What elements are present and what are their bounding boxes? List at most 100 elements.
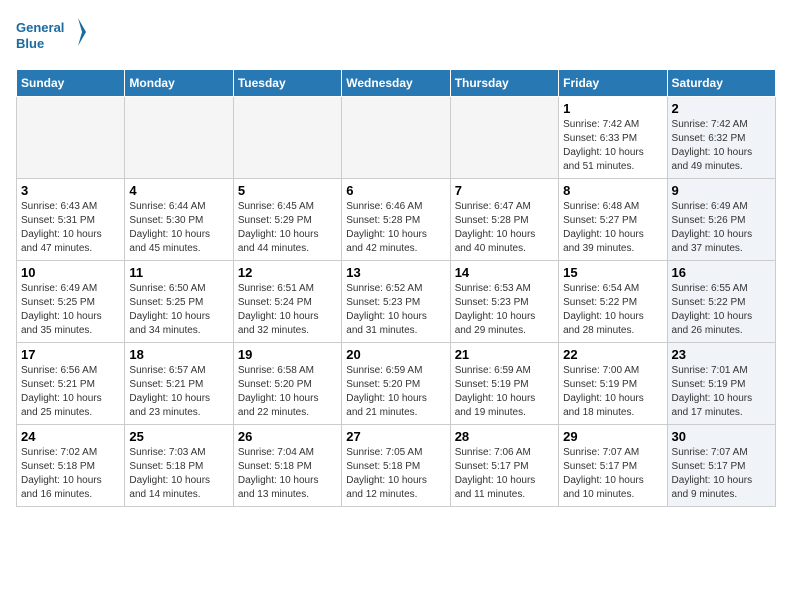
calendar-cell <box>342 97 450 179</box>
calendar-cell: 27 Sunrise: 7:05 AM Sunset: 5:18 PM Dayli… <box>342 425 450 507</box>
calendar-body: 1 Sunrise: 7:42 AM Sunset: 6:33 PM Daylig… <box>17 97 776 507</box>
day-info: Sunrise: 7:42 AM Sunset: 6:33 PM Dayligh… <box>563 118 662 174</box>
day-info: Sunrise: 6:47 AM Sunset: 5:28 PM Dayligh… <box>455 200 554 256</box>
day-info: Sunrise: 6:59 AM Sunset: 5:19 PM Dayligh… <box>455 364 554 420</box>
calendar-cell: 11 Sunrise: 6:50 AM Sunset: 5:25 PM Dayli… <box>125 261 233 343</box>
day-number: 30 <box>672 429 771 444</box>
day-info: Sunrise: 6:53 AM Sunset: 5:23 PM Dayligh… <box>455 282 554 338</box>
day-info: Sunrise: 6:44 AM Sunset: 5:30 PM Dayligh… <box>129 200 228 256</box>
day-number: 1 <box>563 101 662 116</box>
week-row-2: 10Sunrise: 6:49 AM Sunset: 5:25 PM Dayli… <box>17 261 776 343</box>
day-info: Sunrise: 7:07 AM Sunset: 5:17 PM Dayligh… <box>563 446 662 502</box>
calendar-cell: 2Sunrise: 7:42 AM Sunset: 6:32 PM Daylig… <box>667 97 775 179</box>
calendar-cell: 26 Sunrise: 7:04 AM Sunset: 5:18 PM Dayli… <box>233 425 341 507</box>
day-number: 22 <box>563 347 662 362</box>
day-number: 16 <box>672 265 771 280</box>
day-number: 27 <box>346 429 445 444</box>
svg-text:Blue: Blue <box>16 36 44 51</box>
day-number: 11 <box>129 265 228 280</box>
calendar-cell: 13 Sunrise: 6:52 AM Sunset: 5:23 PM Dayli… <box>342 261 450 343</box>
calendar-cell <box>125 97 233 179</box>
day-info: Sunrise: 6:55 AM Sunset: 5:22 PM Dayligh… <box>672 282 771 338</box>
day-number: 9 <box>672 183 771 198</box>
day-info: Sunrise: 6:51 AM Sunset: 5:24 PM Dayligh… <box>238 282 337 338</box>
calendar-cell: 15Sunrise: 6:54 AM Sunset: 5:22 PM Dayli… <box>559 261 667 343</box>
weekday-header-sunday: Sunday <box>17 70 125 97</box>
day-info: Sunrise: 7:05 AM Sunset: 5:18 PM Dayligh… <box>346 446 445 502</box>
day-number: 25 <box>129 429 228 444</box>
day-number: 21 <box>455 347 554 362</box>
calendar-cell: 22 Sunrise: 7:00 AM Sunset: 5:19 PM Dayli… <box>559 343 667 425</box>
day-number: 12 <box>238 265 337 280</box>
calendar-cell <box>233 97 341 179</box>
day-info: Sunrise: 6:50 AM Sunset: 5:25 PM Dayligh… <box>129 282 228 338</box>
day-number: 24 <box>21 429 120 444</box>
calendar-cell <box>17 97 125 179</box>
calendar-cell: 9 Sunrise: 6:49 AM Sunset: 5:26 PM Daylig… <box>667 179 775 261</box>
day-number: 14 <box>455 265 554 280</box>
calendar-cell: 21 Sunrise: 6:59 AM Sunset: 5:19 PM Dayli… <box>450 343 558 425</box>
day-number: 19 <box>238 347 337 362</box>
week-row-0: 1 Sunrise: 7:42 AM Sunset: 6:33 PM Daylig… <box>17 97 776 179</box>
day-number: 28 <box>455 429 554 444</box>
weekday-header-monday: Monday <box>125 70 233 97</box>
weekday-header-saturday: Saturday <box>667 70 775 97</box>
day-info: Sunrise: 6:45 AM Sunset: 5:29 PM Dayligh… <box>238 200 337 256</box>
day-number: 18 <box>129 347 228 362</box>
calendar-cell: 16 Sunrise: 6:55 AM Sunset: 5:22 PM Dayli… <box>667 261 775 343</box>
day-info: Sunrise: 6:46 AM Sunset: 5:28 PM Dayligh… <box>346 200 445 256</box>
calendar-cell: 18 Sunrise: 6:57 AM Sunset: 5:21 PM Dayli… <box>125 343 233 425</box>
calendar-cell: 6 Sunrise: 6:46 AM Sunset: 5:28 PM Daylig… <box>342 179 450 261</box>
day-info: Sunrise: 7:06 AM Sunset: 5:17 PM Dayligh… <box>455 446 554 502</box>
calendar-cell: 7 Sunrise: 6:47 AM Sunset: 5:28 PM Daylig… <box>450 179 558 261</box>
day-number: 5 <box>238 183 337 198</box>
day-number: 7 <box>455 183 554 198</box>
calendar-cell <box>450 97 558 179</box>
day-number: 15 <box>563 265 662 280</box>
calendar-cell: 17Sunrise: 6:56 AM Sunset: 5:21 PM Dayli… <box>17 343 125 425</box>
day-info: Sunrise: 6:52 AM Sunset: 5:23 PM Dayligh… <box>346 282 445 338</box>
logo: General Blue <box>16 16 86 61</box>
weekday-header-friday: Friday <box>559 70 667 97</box>
day-info: Sunrise: 6:59 AM Sunset: 5:20 PM Dayligh… <box>346 364 445 420</box>
day-number: 17 <box>21 347 120 362</box>
day-number: 4 <box>129 183 228 198</box>
calendar-cell: 20Sunrise: 6:59 AM Sunset: 5:20 PM Dayli… <box>342 343 450 425</box>
day-info: Sunrise: 6:58 AM Sunset: 5:20 PM Dayligh… <box>238 364 337 420</box>
day-number: 13 <box>346 265 445 280</box>
day-info: Sunrise: 7:00 AM Sunset: 5:19 PM Dayligh… <box>563 364 662 420</box>
day-info: Sunrise: 6:48 AM Sunset: 5:27 PM Dayligh… <box>563 200 662 256</box>
day-number: 6 <box>346 183 445 198</box>
calendar-cell: 1 Sunrise: 7:42 AM Sunset: 6:33 PM Daylig… <box>559 97 667 179</box>
day-number: 8 <box>563 183 662 198</box>
weekday-header-tuesday: Tuesday <box>233 70 341 97</box>
calendar-cell: 3 Sunrise: 6:43 AM Sunset: 5:31 PM Daylig… <box>17 179 125 261</box>
calendar-cell: 12 Sunrise: 6:51 AM Sunset: 5:24 PM Dayli… <box>233 261 341 343</box>
logo-svg: General Blue <box>16 16 86 61</box>
weekday-header-wednesday: Wednesday <box>342 70 450 97</box>
week-row-3: 17Sunrise: 6:56 AM Sunset: 5:21 PM Dayli… <box>17 343 776 425</box>
day-number: 3 <box>21 183 120 198</box>
calendar-cell: 14 Sunrise: 6:53 AM Sunset: 5:23 PM Dayli… <box>450 261 558 343</box>
calendar-cell: 19 Sunrise: 6:58 AM Sunset: 5:20 PM Dayli… <box>233 343 341 425</box>
day-info: Sunrise: 6:49 AM Sunset: 5:26 PM Dayligh… <box>672 200 771 256</box>
day-info: Sunrise: 7:02 AM Sunset: 5:18 PM Dayligh… <box>21 446 120 502</box>
week-row-1: 3 Sunrise: 6:43 AM Sunset: 5:31 PM Daylig… <box>17 179 776 261</box>
calendar-cell: 24 Sunrise: 7:02 AM Sunset: 5:18 PM Dayli… <box>17 425 125 507</box>
day-info: Sunrise: 7:07 AM Sunset: 5:17 PM Dayligh… <box>672 446 771 502</box>
day-info: Sunrise: 6:57 AM Sunset: 5:21 PM Dayligh… <box>129 364 228 420</box>
calendar-cell: 23Sunrise: 7:01 AM Sunset: 5:19 PM Dayli… <box>667 343 775 425</box>
weekday-header-thursday: Thursday <box>450 70 558 97</box>
weekday-header-row: SundayMondayTuesdayWednesdayThursdayFrid… <box>17 70 776 97</box>
day-info: Sunrise: 7:42 AM Sunset: 6:32 PM Dayligh… <box>672 118 771 174</box>
day-info: Sunrise: 6:43 AM Sunset: 5:31 PM Dayligh… <box>21 200 120 256</box>
day-number: 29 <box>563 429 662 444</box>
svg-text:General: General <box>16 20 64 35</box>
day-info: Sunrise: 7:01 AM Sunset: 5:19 PM Dayligh… <box>672 364 771 420</box>
day-info: Sunrise: 7:04 AM Sunset: 5:18 PM Dayligh… <box>238 446 337 502</box>
day-number: 10 <box>21 265 120 280</box>
calendar-cell: 8 Sunrise: 6:48 AM Sunset: 5:27 PM Daylig… <box>559 179 667 261</box>
calendar-cell: 10Sunrise: 6:49 AM Sunset: 5:25 PM Dayli… <box>17 261 125 343</box>
day-number: 26 <box>238 429 337 444</box>
calendar-cell: 4 Sunrise: 6:44 AM Sunset: 5:30 PM Daylig… <box>125 179 233 261</box>
